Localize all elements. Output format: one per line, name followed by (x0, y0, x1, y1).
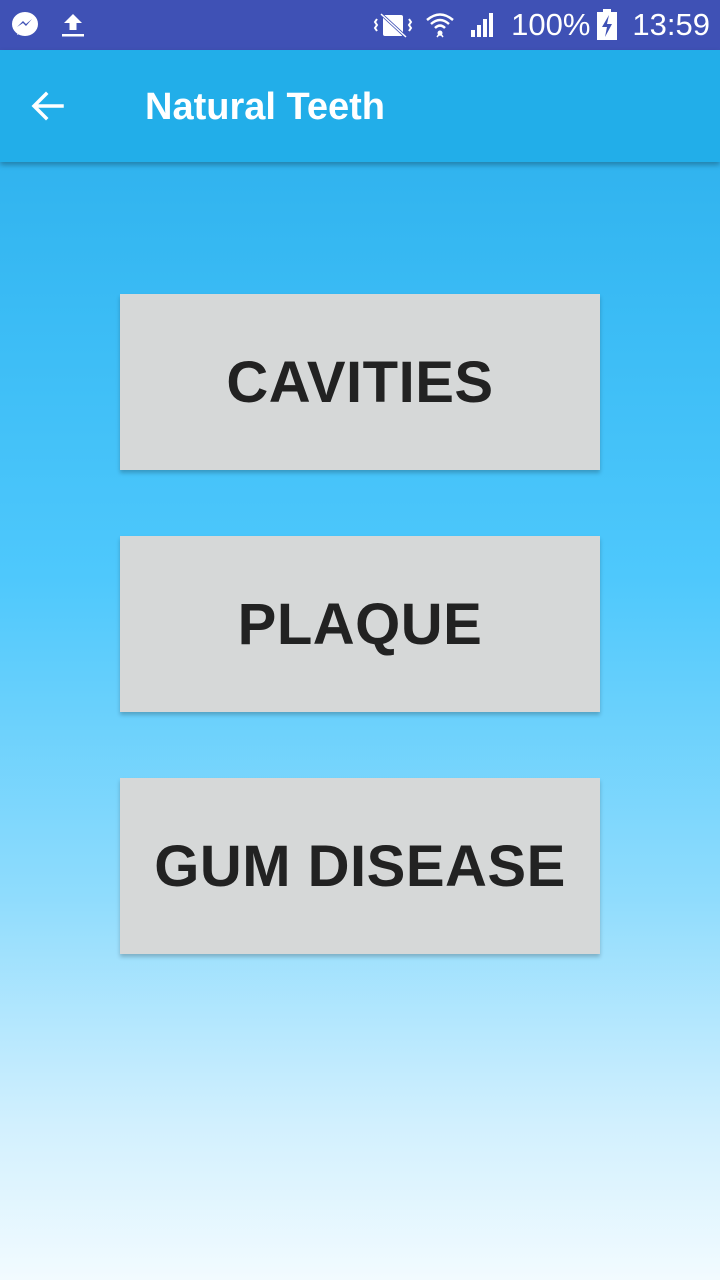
app-bar: Natural Teeth (0, 50, 720, 162)
messenger-icon (10, 10, 40, 40)
cavities-button-label: CAVITIES (226, 349, 494, 415)
plaque-button[interactable]: PLAQUE (120, 536, 600, 712)
battery-charging-icon (596, 9, 618, 40)
back-button[interactable] (20, 78, 76, 134)
gum-disease-button[interactable]: GUM DISEASE (120, 778, 600, 954)
upload-icon (58, 10, 88, 40)
status-left (10, 8, 106, 42)
arrow-back-icon (31, 91, 64, 121)
wifi-icon (425, 10, 455, 40)
status-right: 100% 13:59 (361, 0, 710, 50)
plaque-button-label: PLAQUE (237, 591, 483, 657)
clock: 13:59 (632, 7, 710, 42)
cavities-button[interactable]: CAVITIES (120, 294, 600, 470)
page-title: Natural Teeth (145, 86, 386, 128)
status-bar: 100% 13:59 (0, 0, 720, 50)
gum-disease-button-label: GUM DISEASE (154, 833, 566, 899)
battery-percentage: 100% (511, 7, 591, 42)
signal-icon (467, 10, 497, 40)
screen: 100% 13:59 Natural Teeth CAVITIES PLAQUE… (0, 0, 720, 1280)
vibrate-mute-icon (373, 10, 413, 40)
